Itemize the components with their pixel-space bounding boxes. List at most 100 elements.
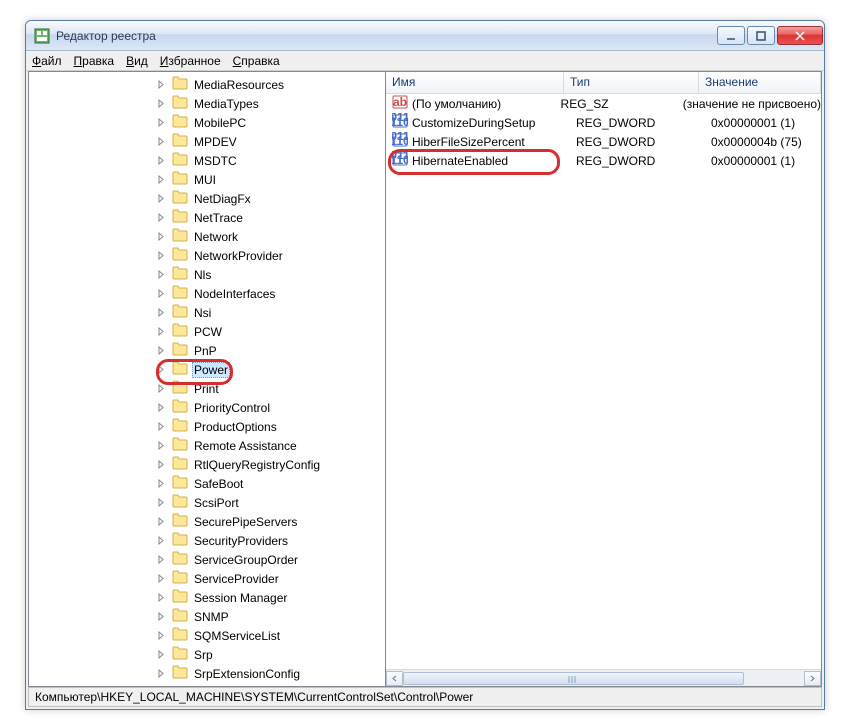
- value-row[interactable]: 011110CustomizeDuringSetupREG_DWORD0x000…: [386, 113, 821, 132]
- tree-item[interactable]: NetworkProvider: [29, 246, 385, 265]
- tree-scroll[interactable]: MediaResourcesMediaTypesMobilePC MPDEVMSD…: [29, 72, 385, 686]
- dword-icon: 011110: [392, 151, 408, 170]
- tree-item[interactable]: MSDTC: [29, 151, 385, 170]
- folder-icon: [172, 228, 188, 245]
- maximize-button[interactable]: [747, 26, 775, 45]
- expand-icon[interactable]: [157, 403, 166, 412]
- col-value[interactable]: Значение: [699, 72, 821, 93]
- tree-item[interactable]: PriorityControl: [29, 398, 385, 417]
- expand-icon[interactable]: [157, 175, 166, 184]
- tree-item-label: RtlQueryRegistryConfig: [192, 457, 322, 473]
- menu-file[interactable]: Файл: [32, 54, 62, 68]
- scroll-left-button[interactable]: [386, 671, 403, 686]
- tree-item[interactable]: Srp: [29, 645, 385, 664]
- scroll-thumb[interactable]: [403, 672, 744, 685]
- expand-icon[interactable]: [157, 118, 166, 127]
- tree-item[interactable]: SecurityProviders: [29, 531, 385, 550]
- tree-item[interactable]: ScsiPort: [29, 493, 385, 512]
- tree-item[interactable]: MobilePC: [29, 113, 385, 132]
- expand-icon[interactable]: [157, 156, 166, 165]
- tree-item[interactable]: PnP: [29, 341, 385, 360]
- expand-icon[interactable]: [157, 631, 166, 640]
- value-row[interactable]: 011110HibernateEnabledREG_DWORD0x0000000…: [386, 151, 821, 170]
- expand-icon[interactable]: [157, 270, 166, 279]
- scroll-right-button[interactable]: [804, 671, 821, 686]
- expand-icon[interactable]: [157, 441, 166, 450]
- tree-item[interactable]: ServiceProvider: [29, 569, 385, 588]
- tree-item[interactable]: Nls: [29, 265, 385, 284]
- expand-icon[interactable]: [157, 232, 166, 241]
- tree-item[interactable]: SafeBoot: [29, 474, 385, 493]
- menu-edit[interactable]: Правка: [74, 54, 115, 68]
- expand-icon[interactable]: [157, 517, 166, 526]
- expand-icon[interactable]: [157, 308, 166, 317]
- tree-item[interactable]: NetDiagFx: [29, 189, 385, 208]
- tree-item[interactable]: Remote Assistance: [29, 436, 385, 455]
- tree-item[interactable]: SecurePipeServers: [29, 512, 385, 531]
- dword-icon: 011110: [392, 132, 408, 151]
- folder-icon: [172, 494, 188, 511]
- value-data: 0x0000004b (75): [711, 135, 821, 149]
- minimize-button[interactable]: [717, 26, 745, 45]
- tree-item-label: SafeBoot: [192, 476, 245, 492]
- menu-view[interactable]: Вид: [126, 54, 148, 68]
- scroll-track[interactable]: [403, 671, 804, 686]
- menu-help[interactable]: Справка: [233, 54, 280, 68]
- expand-icon[interactable]: [157, 213, 166, 222]
- col-type[interactable]: Тип: [564, 72, 699, 93]
- client-area: MediaResourcesMediaTypesMobilePC MPDEVMSD…: [28, 71, 822, 687]
- expand-icon[interactable]: [157, 194, 166, 203]
- expand-icon[interactable]: [157, 574, 166, 583]
- tree-item-label: SQMServiceList: [192, 628, 282, 644]
- tree-item-label: MPDEV: [192, 134, 239, 150]
- expand-icon[interactable]: [157, 612, 166, 621]
- value-row[interactable]: 011110HiberFileSizePercentREG_DWORD0x000…: [386, 132, 821, 151]
- expand-icon[interactable]: [157, 99, 166, 108]
- expand-icon[interactable]: [157, 422, 166, 431]
- close-button[interactable]: [777, 26, 823, 45]
- expand-icon[interactable]: [157, 555, 166, 564]
- tree-item[interactable]: Nsi: [29, 303, 385, 322]
- value-name: (По умолчанию): [412, 97, 561, 111]
- titlebar[interactable]: Редактор реестра: [26, 21, 824, 51]
- expand-icon[interactable]: [157, 137, 166, 146]
- expand-icon[interactable]: [157, 669, 166, 678]
- tree-item[interactable]: Print: [29, 379, 385, 398]
- value-row[interactable]: ab(По умолчанию)REG_SZ(значение не присв…: [386, 94, 821, 113]
- expand-icon[interactable]: [157, 536, 166, 545]
- col-name[interactable]: Имя: [386, 72, 564, 93]
- tree-item[interactable]: ServiceGroupOrder: [29, 550, 385, 569]
- expand-icon[interactable]: [157, 650, 166, 659]
- expand-icon[interactable]: [157, 460, 166, 469]
- expand-icon[interactable]: [157, 365, 166, 374]
- tree-item[interactable]: MPDEV: [29, 132, 385, 151]
- tree-item[interactable]: NodeInterfaces: [29, 284, 385, 303]
- tree-item[interactable]: MediaResources: [29, 75, 385, 94]
- expand-icon[interactable]: [157, 498, 166, 507]
- tree-item[interactable]: SQMServiceList: [29, 626, 385, 645]
- status-bar: Компьютер\HKEY_LOCAL_MACHINE\SYSTEM\Curr…: [28, 687, 822, 707]
- expand-icon[interactable]: [157, 346, 166, 355]
- tree-item[interactable]: Network: [29, 227, 385, 246]
- expand-icon[interactable]: [157, 251, 166, 260]
- expand-icon[interactable]: [157, 384, 166, 393]
- expand-icon[interactable]: [157, 80, 166, 89]
- horizontal-scrollbar[interactable]: [386, 669, 821, 686]
- tree-item[interactable]: SrpExtensionConfig: [29, 664, 385, 683]
- tree-item[interactable]: MUI: [29, 170, 385, 189]
- tree-item[interactable]: SNMP: [29, 607, 385, 626]
- tree-item[interactable]: PCW: [29, 322, 385, 341]
- menu-favorites[interactable]: Избранное: [160, 54, 221, 68]
- expand-icon[interactable]: [157, 289, 166, 298]
- tree-item[interactable]: NetTrace: [29, 208, 385, 227]
- expand-icon[interactable]: [157, 327, 166, 336]
- tree-item-label: SNMP: [192, 609, 231, 625]
- tree-item[interactable]: Power: [29, 360, 385, 379]
- tree-item[interactable]: MediaTypes: [29, 94, 385, 113]
- tree-item[interactable]: ProductOptions: [29, 417, 385, 436]
- expand-icon[interactable]: [157, 593, 166, 602]
- tree-item[interactable]: Session Manager: [29, 588, 385, 607]
- expand-icon[interactable]: [157, 479, 166, 488]
- folder-icon: [172, 513, 188, 530]
- tree-item[interactable]: RtlQueryRegistryConfig: [29, 455, 385, 474]
